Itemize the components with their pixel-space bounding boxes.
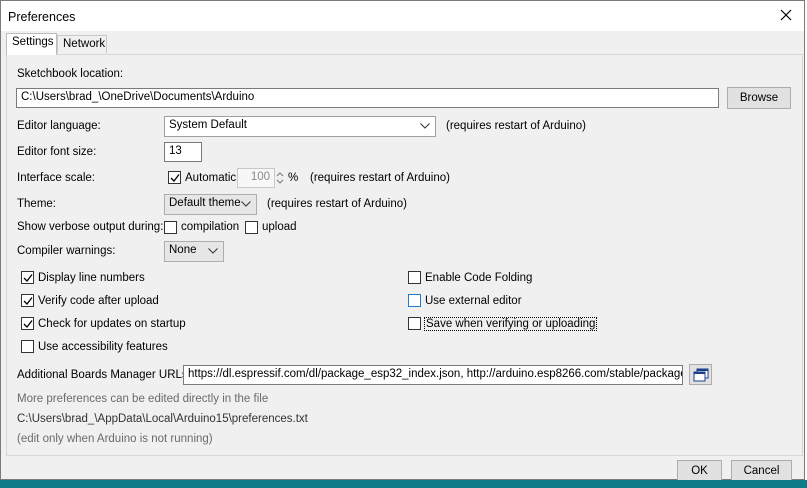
check-updates-label: Check for updates on startup	[38, 318, 186, 330]
chevron-down-icon	[420, 123, 430, 129]
checkmark-icon	[170, 174, 180, 182]
title-bar[interactable]: Preferences	[1, 1, 804, 31]
compiler-warnings-label: Compiler warnings:	[17, 245, 116, 257]
accessibility-checkbox[interactable]	[21, 340, 34, 353]
font-size-label: Editor font size:	[17, 146, 97, 158]
taskbar-strip	[0, 480, 807, 488]
settings-panel: Sketchbook location: C:\Users\brad_\OneD…	[6, 54, 803, 456]
verbose-label: Show verbose output during:	[17, 221, 164, 233]
ok-button[interactable]: OK	[677, 460, 722, 481]
preferences-window: Preferences Settings Network Sketchbook …	[0, 0, 805, 481]
theme-label: Theme:	[17, 198, 56, 210]
edit-note: (edit only when Arduino is not running)	[17, 433, 213, 445]
interface-scale-note: (requires restart of Arduino)	[310, 172, 450, 184]
compiler-warnings-value: None	[169, 244, 197, 256]
font-size-input[interactable]: 13	[164, 142, 202, 162]
spinner-arrows-icon	[276, 172, 284, 184]
window-list-icon	[693, 368, 708, 382]
compiler-warnings-select[interactable]: None	[164, 241, 224, 262]
interface-scale-label: Interface scale:	[17, 172, 95, 184]
editor-language-value: System Default	[169, 119, 247, 131]
tab-network[interactable]: Network	[57, 35, 107, 53]
automatic-checkbox[interactable]	[168, 171, 181, 184]
display-line-numbers-checkbox[interactable]	[21, 271, 34, 284]
checkmark-icon	[23, 297, 33, 305]
verify-code-label: Verify code after upload	[38, 295, 159, 307]
window-title: Preferences	[8, 10, 76, 24]
theme-note: (requires restart of Arduino)	[267, 198, 407, 210]
sketchbook-label: Sketchbook location:	[17, 68, 124, 80]
chevron-down-icon	[241, 201, 251, 207]
interface-scale-input[interactable]: 100	[237, 168, 275, 188]
verify-code-checkbox[interactable]	[21, 294, 34, 307]
verbose-upload-checkbox[interactable]	[245, 221, 258, 234]
display-line-numbers-label: Display line numbers	[38, 272, 145, 284]
code-folding-label: Enable Code Folding	[425, 272, 533, 284]
editor-language-note: (requires restart of Arduino)	[446, 120, 586, 132]
boards-manager-label: Additional Boards Manager URLs:	[17, 369, 191, 381]
preferences-file-path: C:\Users\brad_\AppData\Local\Arduino15\p…	[17, 413, 308, 425]
theme-value: Default theme	[169, 197, 241, 209]
verbose-compilation-label: compilation	[181, 221, 240, 233]
sketchbook-path-input[interactable]: C:\Users\brad_\OneDrive\Documents\Arduin…	[16, 88, 719, 108]
theme-select[interactable]: Default theme	[164, 194, 257, 215]
close-icon	[780, 9, 792, 21]
edit-urls-button[interactable]	[689, 364, 712, 385]
code-folding-checkbox[interactable]	[408, 271, 421, 284]
close-button[interactable]	[773, 5, 799, 27]
scale-spinner-arrows[interactable]	[274, 168, 286, 188]
checkmark-icon	[23, 320, 33, 328]
verbose-upload-label: upload	[262, 221, 297, 233]
checkmark-icon	[23, 274, 33, 282]
scale-unit: %	[288, 172, 299, 184]
editor-language-label: Editor language:	[17, 120, 101, 132]
browse-button[interactable]: Browse	[727, 87, 791, 109]
save-on-verify-checkbox[interactable]	[408, 317, 421, 330]
cancel-button[interactable]: Cancel	[731, 460, 792, 481]
more-preferences-note: More preferences can be edited directly …	[17, 393, 269, 405]
chevron-down-icon	[208, 248, 218, 254]
automatic-label: Automatic	[185, 172, 237, 184]
boards-manager-urls-input[interactable]: https://dl.espressif.com/dl/package_esp3…	[183, 365, 683, 385]
editor-language-select[interactable]: System Default	[164, 116, 436, 137]
tab-settings[interactable]: Settings	[6, 33, 57, 55]
save-on-verify-label: Save when verifying or uploading	[424, 317, 598, 331]
check-updates-checkbox[interactable]	[21, 317, 34, 330]
external-editor-label: Use external editor	[425, 295, 522, 307]
external-editor-checkbox[interactable]	[408, 294, 421, 307]
verbose-compilation-checkbox[interactable]	[164, 221, 177, 234]
accessibility-label: Use accessibility features	[38, 341, 168, 353]
